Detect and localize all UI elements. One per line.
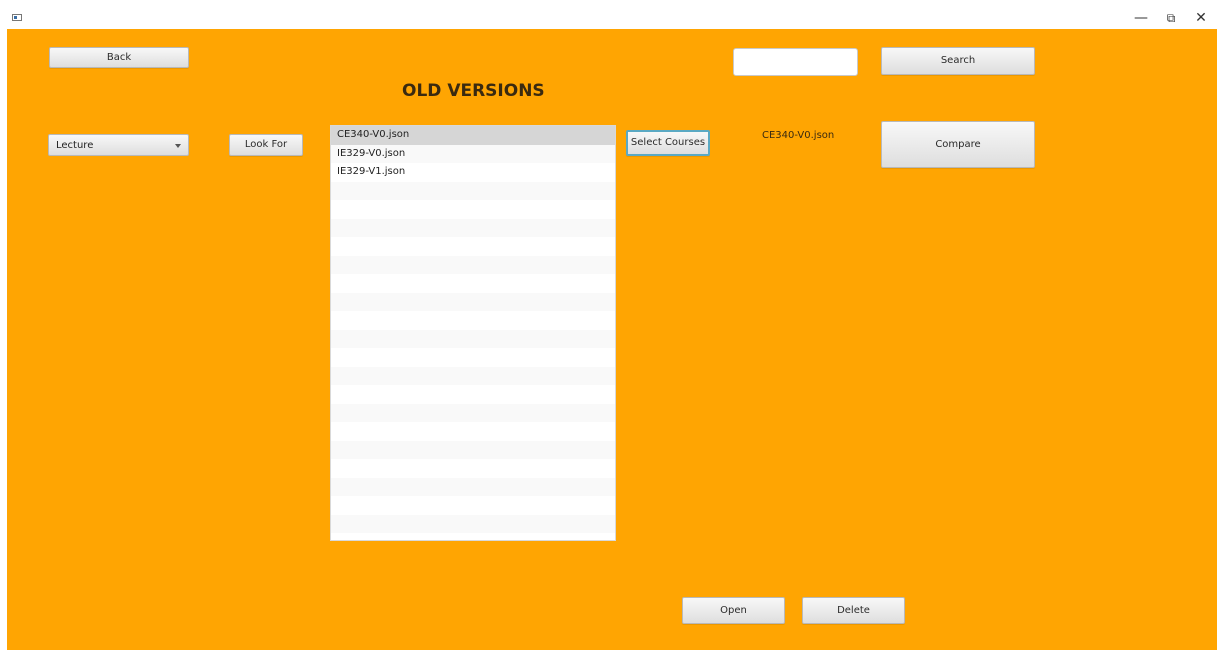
type-select-value: Lecture	[56, 140, 94, 151]
selected-file-label: CE340-V0.json	[762, 130, 835, 141]
restore-button[interactable]: ⧉	[1157, 8, 1185, 28]
file-list-empty-row	[331, 348, 615, 367]
file-list-empty-row	[331, 459, 615, 478]
file-list-empty-row	[331, 385, 615, 404]
file-list-empty-row	[331, 274, 615, 293]
file-list-empty-row	[331, 366, 615, 385]
chevron-down-icon	[175, 144, 181, 148]
minimize-button[interactable]: —	[1127, 8, 1155, 28]
file-list-empty-row	[331, 200, 615, 219]
file-list-empty-row	[331, 496, 615, 515]
file-list-empty-row	[331, 329, 615, 348]
look-for-button[interactable]: Look For	[229, 134, 303, 156]
open-button[interactable]: Open	[682, 597, 785, 624]
delete-button[interactable]: Delete	[802, 597, 905, 624]
file-list-item[interactable]: IE329-V0.json	[331, 144, 615, 163]
compare-button[interactable]: Compare	[881, 121, 1035, 168]
file-list-empty-row	[331, 181, 615, 200]
file-list-empty-row	[331, 514, 615, 533]
back-button[interactable]: Back	[49, 47, 189, 68]
file-list-empty-row	[331, 422, 615, 441]
file-list-empty-row	[331, 403, 615, 422]
type-select[interactable]: Lecture	[48, 134, 189, 156]
file-list-item[interactable]: IE329-V1.json	[331, 163, 615, 182]
search-button[interactable]: Search	[881, 47, 1035, 75]
search-input[interactable]	[733, 48, 858, 76]
select-courses-button[interactable]: Select Courses	[626, 130, 710, 156]
file-list-empty-row	[331, 440, 615, 459]
file-list-empty-row	[331, 255, 615, 274]
file-list-empty-row	[331, 218, 615, 237]
page-title: OLD VERSIONS	[402, 81, 545, 101]
file-list-empty-row	[331, 311, 615, 330]
app-icon	[12, 14, 22, 21]
file-list[interactable]: CE340-V0.json IE329-V0.json IE329-V1.json	[330, 125, 616, 541]
window-titlebar: — ⧉ ✕	[0, 0, 1224, 29]
file-list-empty-row	[331, 237, 615, 256]
close-button[interactable]: ✕	[1187, 8, 1215, 28]
file-list-empty-row	[331, 477, 615, 496]
file-list-empty-row	[331, 292, 615, 311]
file-list-item[interactable]: CE340-V0.json	[331, 126, 615, 145]
main-panel: Back OLD VERSIONS Search Lecture Look Fo…	[7, 29, 1217, 650]
